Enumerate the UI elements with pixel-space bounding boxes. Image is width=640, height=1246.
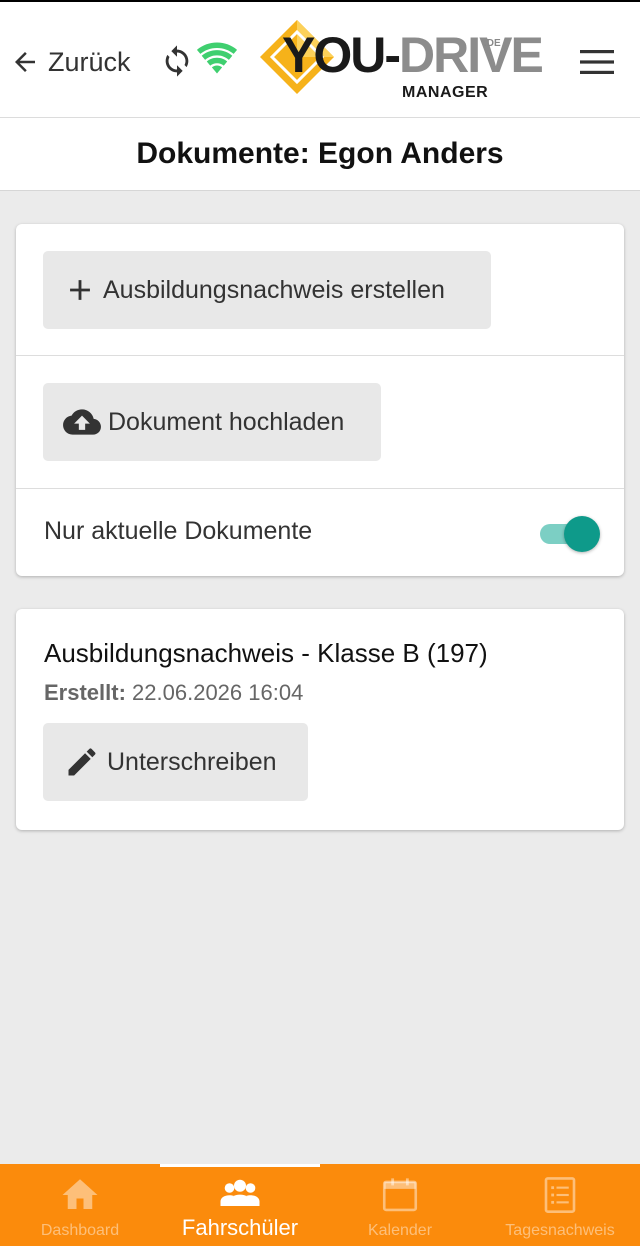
logo-wordmark: YOU-DRIVE (282, 27, 544, 83)
divider (16, 355, 624, 356)
document-created: Erstellt: 22.06.2026 16:04 (44, 680, 303, 706)
current-documents-toggle-label: Nur aktuelle Dokumente (44, 517, 313, 545)
top-app-bar: Zurück YOU-DRIVE .DE MANAGER (0, 0, 640, 118)
upload-document-button[interactable]: Dokument hochladen (43, 383, 381, 461)
current-documents-toggle[interactable] (540, 516, 602, 552)
nav-dashboard[interactable]: Dashboard (0, 1164, 160, 1246)
logo-de: .DE (484, 38, 501, 49)
divider (16, 488, 624, 489)
created-value: 22.06.2026 16:04 (132, 680, 304, 705)
plus-icon (70, 280, 90, 300)
students-icon (220, 1179, 260, 1206)
hamburger-menu-icon[interactable] (578, 46, 616, 78)
you-drive-logo: YOU-DRIVE .DE MANAGER (258, 18, 544, 106)
actions-card: Ausbildungsnachweis erstellen Dokument h… (16, 224, 624, 576)
bottom-navigation: Dashboard Fahrschüler Kalender Tagesnach… (0, 1164, 640, 1246)
back-button[interactable]: Zurück (10, 42, 131, 82)
back-label: Zurück (48, 46, 131, 77)
sync-icon[interactable] (160, 44, 194, 78)
pencil-icon (68, 748, 96, 776)
upload-document-label: Dokument hochladen (108, 407, 345, 436)
sign-label: Unterschreiben (107, 747, 277, 776)
nav-daily-record-label: Tagesnachweis (505, 1222, 615, 1239)
nav-students[interactable]: Fahrschüler (160, 1164, 320, 1246)
nav-dashboard-label: Dashboard (40, 1222, 120, 1239)
page-title: Dokumente: Egon Anders (136, 137, 504, 170)
create-training-record-button[interactable]: Ausbildungsnachweis erstellen (43, 251, 491, 329)
document-card: Ausbildungsnachweis - Klasse B (197) Ers… (16, 609, 624, 830)
wifi-icon (196, 42, 238, 74)
logo-manager: MANAGER (402, 84, 489, 101)
document-title: Ausbildungsnachweis - Klasse B (197) (44, 638, 488, 668)
toggle-knob (564, 516, 600, 552)
nav-calendar[interactable]: Kalender (320, 1164, 480, 1246)
list-icon (544, 1177, 576, 1213)
nav-students-label: Fahrschüler (181, 1215, 299, 1240)
sign-button[interactable]: Unterschreiben (43, 723, 308, 801)
create-training-record-label: Ausbildungsnachweis erstellen (103, 275, 445, 304)
calendar-icon (382, 1178, 418, 1212)
created-label: Erstellt: (44, 680, 126, 705)
home-icon (62, 1179, 98, 1209)
arrow-left-icon (15, 52, 35, 72)
nav-calendar-label: Kalender (367, 1222, 433, 1239)
page-title-bar: Dokumente: Egon Anders (0, 118, 640, 191)
cloud-upload-icon (63, 409, 101, 435)
nav-daily-record[interactable]: Tagesnachweis (480, 1164, 640, 1246)
